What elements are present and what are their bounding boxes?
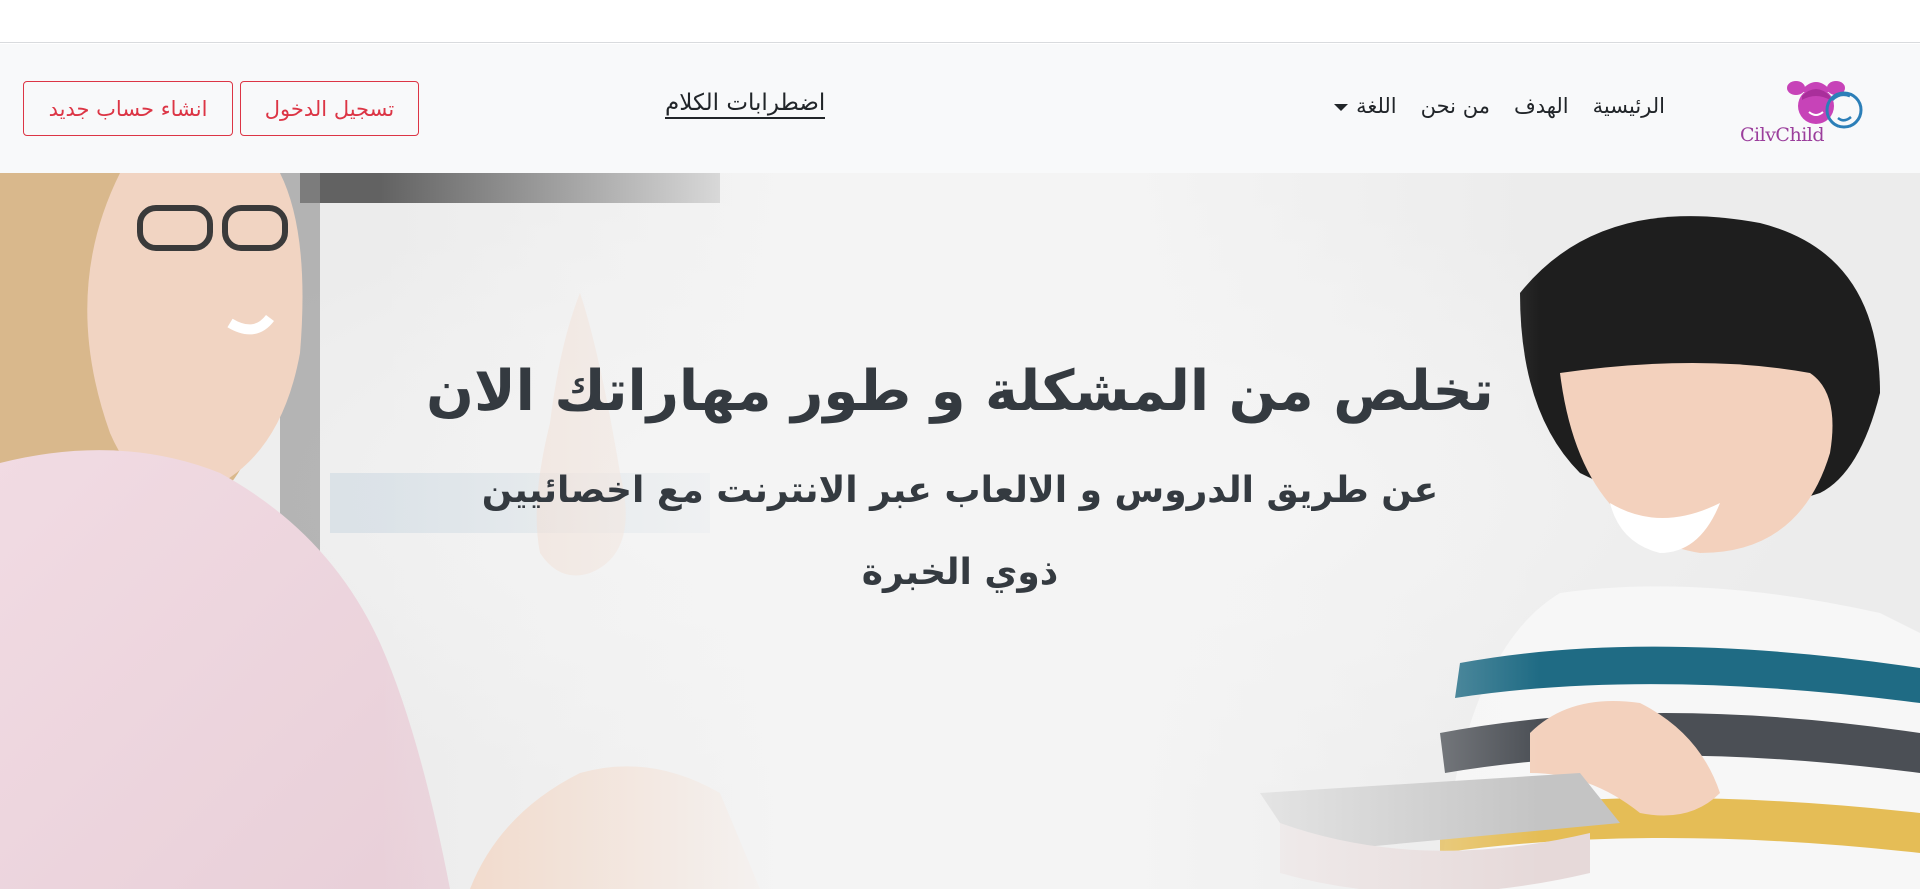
login-button[interactable]: تسجيل الدخول <box>240 81 419 136</box>
logo[interactable]: CilvChild <box>1740 70 1870 148</box>
speech-disorders-link[interactable]: اضطرابات الكلام <box>665 90 826 119</box>
top-strip <box>0 0 1920 43</box>
hero-banner: تخلص من المشكلة و طور مهاراتك الان عن طر… <box>0 173 1920 889</box>
nav-item-goal[interactable]: الهدف <box>1514 94 1569 118</box>
logo-graphic <box>1787 81 1863 129</box>
language-label: اللغة <box>1356 94 1397 118</box>
logo-girl-icon <box>1787 81 1845 124</box>
nav-links: الرئيسية الهدف من نحن اللغة <box>1334 94 1665 118</box>
nav-item-home[interactable]: الرئيسية <box>1593 94 1665 118</box>
navbar: CilvChild الرئيسية الهدف من نحن اللغة اض… <box>0 44 1920 173</box>
nav-item-about[interactable]: من نحن <box>1421 94 1490 118</box>
hero-title: تخلص من المشكلة و طور مهاراتك الان <box>426 359 1494 424</box>
logo-text: CilvChild <box>1740 124 1825 146</box>
caret-down-icon <box>1334 104 1349 111</box>
hero-subtitle: عن طريق الدروس و الالعاب عبر الانترنت مع… <box>481 470 1439 593</box>
language-dropdown[interactable]: اللغة <box>1334 94 1397 118</box>
register-button[interactable]: انشاء حساب جديد <box>23 81 233 136</box>
